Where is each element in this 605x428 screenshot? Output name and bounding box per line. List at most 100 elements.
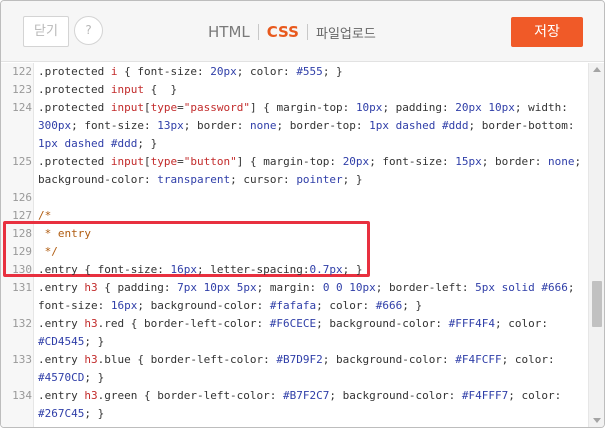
- line-number: 130: [12, 263, 32, 276]
- line-number: 126: [12, 191, 32, 204]
- code-text: font-size: 16px; background-color: #fafa…: [38, 297, 422, 315]
- code-token: /*: [38, 209, 52, 222]
- code-token: none: [548, 155, 575, 168]
- code-token: #4570CD: [38, 371, 85, 384]
- code-text: .entry h3 { padding: 7px 10px 5px; margi…: [38, 279, 574, 297]
- code-token: ; }: [402, 299, 423, 312]
- code-token: ; letter-spacing:: [196, 263, 310, 276]
- code-line: 132 .entry h3.red { border-left-color: #F…: [1, 315, 588, 333]
- code-token: h3: [84, 353, 98, 366]
- code-text: .protected i { font-size: 20px; color: #…: [38, 63, 343, 81]
- code-token: { font-size:: [117, 65, 211, 78]
- code-token: ] { margin-top:: [249, 101, 356, 114]
- code-text: /*: [38, 207, 51, 225]
- code-token: .entry: [38, 353, 85, 366]
- code-token: .entry: [38, 281, 85, 294]
- code-token: .green { border-left-color:: [97, 389, 284, 402]
- code-token: 0.7px: [309, 263, 343, 276]
- code-token: #F6CECE: [269, 317, 317, 330]
- code-token: #B7F2C7: [283, 389, 330, 402]
- code-text: 300px; font-size: 13px; border: none; bo…: [38, 117, 574, 135]
- code-token: ; }: [137, 137, 158, 150]
- code-token: type: [150, 155, 178, 168]
- code-line: 123 .protected input { }: [1, 81, 588, 99]
- code-line: font-size: 16px; background-color: #fafa…: [1, 297, 588, 315]
- code-token: ; background-color:: [329, 389, 462, 402]
- line-number: 125: [12, 155, 32, 168]
- scroll-down-arrow-icon[interactable]: [593, 418, 601, 423]
- tab-file-upload[interactable]: 파일업로드: [316, 23, 376, 42]
- code-text: #4570CD; }: [38, 369, 104, 387]
- code-token: ; color:: [236, 65, 297, 78]
- scroll-up-arrow-icon[interactable]: [593, 67, 601, 72]
- code-token: 5px solid #666: [475, 281, 568, 294]
- code-token: 1px dashed #ddd: [38, 137, 138, 150]
- close-button[interactable]: 닫기: [23, 16, 69, 47]
- code-token: =: [177, 155, 184, 168]
- code-token: ; }: [84, 407, 105, 420]
- code-token: #CD4545: [38, 335, 85, 348]
- code-editor[interactable]: 122 .protected i { font-size: 20px; color…: [1, 63, 588, 427]
- code-text: .entry h3.green { border-left-color: #B7…: [38, 387, 561, 405]
- code-token: font-size:: [38, 299, 111, 312]
- code-token: "password": [183, 101, 250, 114]
- code-token: 20px: [342, 155, 370, 168]
- code-token: ; }: [342, 173, 363, 186]
- code-token: h3: [84, 389, 98, 402]
- code-token: =: [177, 101, 184, 114]
- code-token: { padding:: [97, 281, 178, 294]
- code-token: .protected: [38, 101, 111, 114]
- code-token: ; border:: [183, 119, 250, 132]
- code-text: background-color: transparent; cursor: p…: [38, 171, 363, 189]
- scrollbar-thumb[interactable]: [592, 281, 602, 327]
- code-token: ; border:: [481, 155, 549, 168]
- code-token: 10px: [355, 101, 383, 114]
- code-line: 125 .protected input[type="button"] { mar…: [1, 153, 588, 171]
- code-token: input: [110, 101, 144, 114]
- tab-divider: [306, 24, 308, 40]
- code-text: .protected input[type="button"] { margin…: [38, 153, 581, 171]
- code-text: .protected input { }: [38, 81, 177, 99]
- code-token: ; color:: [508, 389, 562, 402]
- code-text: .entry h3.red { border-left-color: #F6CE…: [38, 315, 548, 333]
- code-token: .entry: [38, 389, 85, 402]
- code-token: ; cursor:: [230, 173, 297, 186]
- code-token: ; }: [322, 65, 343, 78]
- code-token: ; padding:: [382, 101, 456, 114]
- code-text: .protected input[type="password"] { marg…: [38, 99, 568, 117]
- code-token: input: [110, 83, 144, 96]
- line-number: 127: [12, 209, 32, 222]
- tab-html[interactable]: HTML: [208, 23, 250, 41]
- code-line: 126: [1, 189, 588, 207]
- code-line: 134 .entry h3.green { border-left-color: …: [1, 387, 588, 405]
- save-button[interactable]: 저장: [511, 17, 583, 47]
- code-text: * entry: [38, 225, 91, 243]
- code-token: 20px: [210, 65, 237, 78]
- line-number: 128: [12, 227, 32, 240]
- code-token: ; color:: [494, 317, 548, 330]
- code-token: */: [38, 245, 58, 258]
- code-token: .red { border-left-color:: [97, 317, 270, 330]
- code-line: 1px dashed #ddd; }: [1, 135, 588, 153]
- help-button[interactable]: ?: [74, 16, 103, 45]
- code-line: 127 /*: [1, 207, 588, 225]
- line-number: 131: [12, 281, 32, 294]
- code-token: ] { margin-top:: [236, 155, 343, 168]
- code-token: ; border-top:: [276, 119, 370, 132]
- code-token: transparent: [157, 173, 231, 186]
- code-token: 0 0 10px: [322, 281, 376, 294]
- code-token: 7px 10px 5px: [177, 281, 257, 294]
- tab-css[interactable]: CSS: [267, 23, 299, 41]
- tab-divider: [257, 24, 259, 40]
- code-token: ; border-left:: [375, 281, 476, 294]
- code-text: .entry h3.blue { border-left-color: #B7D…: [38, 351, 555, 369]
- vertical-scrollbar[interactable]: [588, 63, 604, 427]
- code-line: 133 .entry h3.blue { border-left-color: #…: [1, 351, 588, 369]
- code-token: #fafafa: [269, 299, 317, 312]
- code-token: "button": [183, 155, 237, 168]
- code-token: ;: [567, 281, 575, 294]
- code-text: #CD4545; }: [38, 333, 104, 351]
- code-token: ; }: [342, 263, 363, 276]
- code-token: .protected: [38, 83, 111, 96]
- line-number: 132: [12, 317, 32, 330]
